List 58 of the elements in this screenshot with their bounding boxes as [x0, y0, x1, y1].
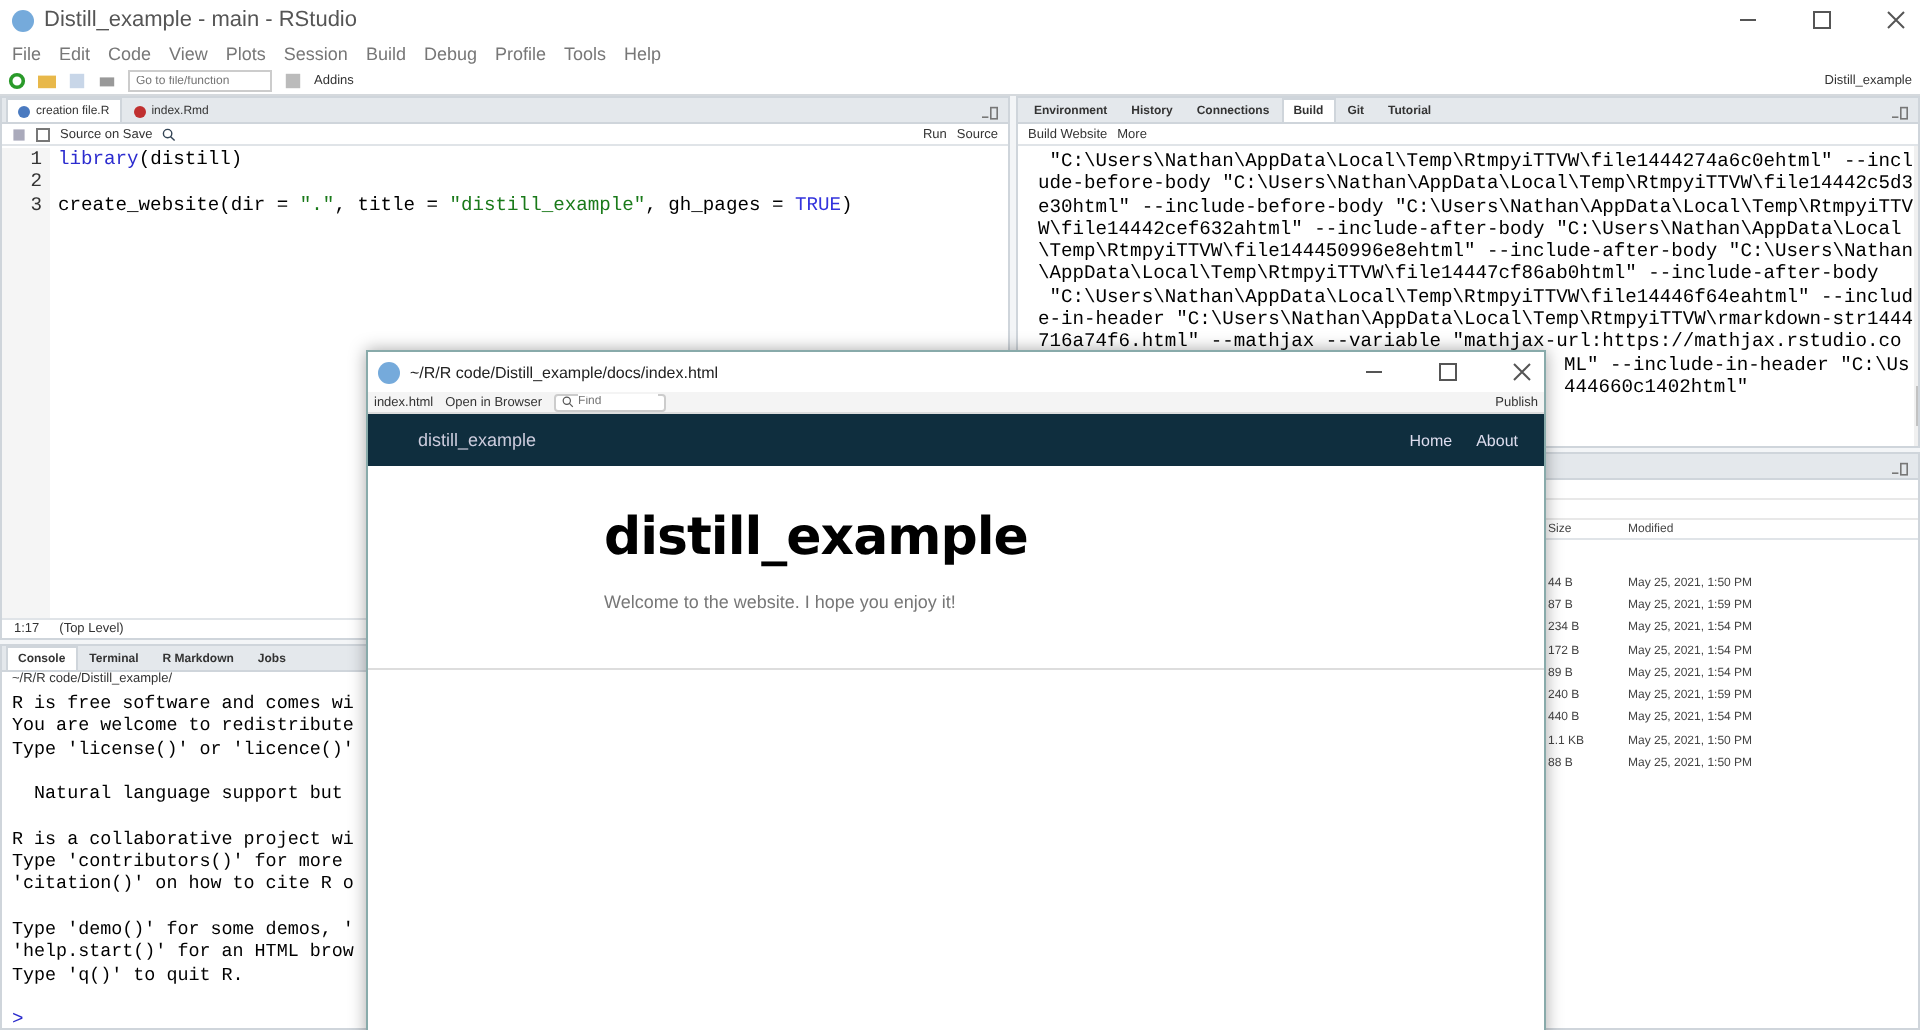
r-logo-icon: [12, 9, 34, 31]
code-line: create_website(dir = ".", title = "distill_example", gh_pages = TRUE): [56, 193, 853, 217]
menu-item[interactable]: Debug: [423, 44, 477, 64]
build-output-line: \Temp\RtmpyiTTVW\file144450996e8ehtml" --include-after-body "C:\Users\Nathan: [1038, 240, 1914, 263]
r-logo-icon: [378, 361, 400, 383]
site-brand[interactable]: distill_example: [418, 430, 1386, 450]
menu-item[interactable]: Tools: [564, 44, 607, 64]
console-prompt: >: [12, 1007, 26, 1030]
menu-item[interactable]: Help: [624, 44, 662, 64]
console-line: Type 'license()' or 'licence()': [12, 737, 356, 760]
nav-link[interactable]: About: [1476, 431, 1518, 449]
menu-item[interactable]: Profile: [495, 44, 547, 64]
menu-item[interactable]: Session: [283, 44, 348, 64]
console-line: R is free software and comes wi: [12, 692, 356, 715]
build-output-line: ude-before-body "C:\Users\Nathan\AppData\Local\Temp\RtmpyiTTVW\file14442c5d3: [1038, 172, 1914, 195]
build-output-line: 716a74f6.html" --mathjax --variable "mathjax-url:https://mathjax.rstudio.co: [1038, 330, 1902, 353]
menu-item[interactable]: Code: [108, 44, 152, 64]
console-line: 'citation()' on how to cite R o: [12, 872, 356, 896]
rmd-file-icon[interactable]: [133, 105, 146, 117]
menu-item[interactable]: Build: [365, 44, 406, 64]
maximize-icon[interactable]: [1436, 360, 1460, 384]
close-icon[interactable]: [1510, 360, 1534, 384]
console-line: 'help.start()' for an HTML brow: [12, 940, 356, 964]
build-output-line: 444660c1402html": [1564, 375, 1749, 398]
console-line: R is a collaborative project wi: [12, 827, 356, 851]
scrollbar[interactable]: [1913, 146, 1918, 446]
viewer-title: ~/R/R code/Distill_example/docs/index.html: [410, 363, 721, 381]
page-subtitle: Welcome to the website. I hope you enjoy it!: [604, 592, 958, 612]
console-line: You are welcome to redistribute: [12, 714, 356, 738]
r-file-icon[interactable]: [18, 105, 30, 117]
line-number: 2: [28, 170, 42, 194]
search-icon: [562, 396, 575, 408]
build-output-line: \AppData\Local\Temp\RtmpyiTTVW\file14447cf86ab0html" --include-after-body: [1038, 262, 1879, 285]
menu-item[interactable]: View: [169, 44, 208, 64]
menu-item[interactable]: Plots: [225, 44, 266, 64]
build-output-line: W\file14442cef632ahtml" --include-after-body "C:\Users\Nathan\AppData\Local: [1038, 217, 1902, 240]
build-output-line: e30html" --include-before-body "C:\Users\Nathan\AppData\Local\Temp\RtmpyiTTV: [1038, 195, 1914, 218]
console-line: Type 'demo()' for some demos, ': [12, 917, 356, 941]
maximize-icon[interactable]: [1810, 8, 1834, 32]
new-file-icon[interactable]: [8, 72, 26, 90]
build-output-line: ML" --include-in-header "C:\Us: [1564, 353, 1910, 376]
code-line: library(distill): [56, 148, 245, 171]
search-icon[interactable]: [162, 127, 177, 141]
build-output-line: "C:\Users\Nathan\AppData\Local\Temp\RtmpyiTTVW\file1444274a6c0ehtml" --incl: [1047, 150, 1914, 172]
source-on-save-checkbox[interactable]: [36, 127, 50, 141]
console-line: Natural language support but: [32, 782, 345, 805]
line-number: 1: [28, 148, 42, 171]
menu-item[interactable]: File: [12, 44, 42, 64]
page-heading: distill_example: [604, 508, 1030, 568]
line-number: 3: [28, 193, 42, 217]
build-output-line: "C:\Users\Nathan\AppData\Local\Temp\RtmpyiTTVW\file14446f64eahtml" --includ: [1047, 285, 1914, 308]
build-output-line: e-in-header "C:\Users\Nathan\AppData\Local\Temp\RtmpyiTTVW\rmarkdown-str1444: [1038, 308, 1914, 331]
window-title: Distill_example - main - RStudio: [44, 8, 359, 32]
console-line: Type 'contributors()' for more: [12, 850, 345, 873]
console-line: Type 'q()' to quit R.: [12, 963, 246, 986]
nav-link[interactable]: Home: [1409, 431, 1453, 449]
close-icon[interactable]: [1884, 8, 1908, 32]
menu-item[interactable]: Edit: [59, 44, 91, 64]
